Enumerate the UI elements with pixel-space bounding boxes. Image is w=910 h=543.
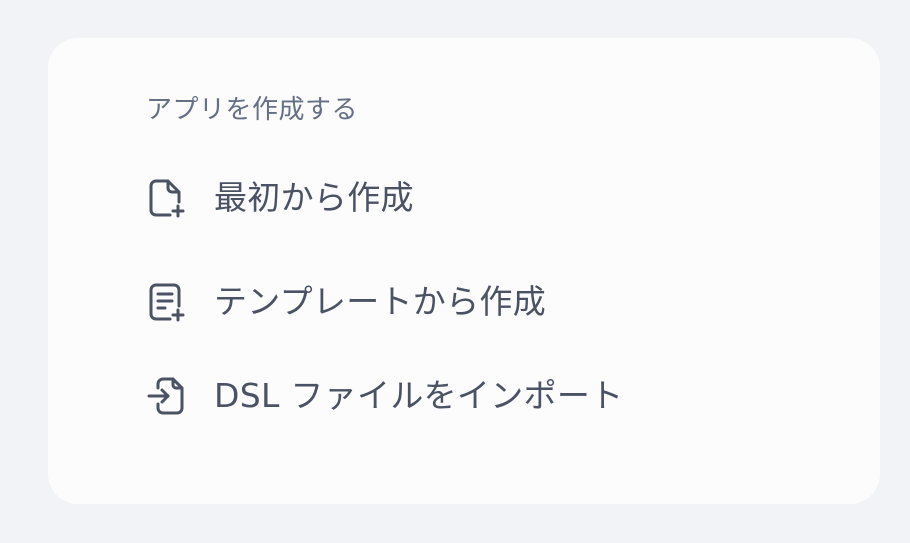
file-plus-icon [146,176,186,220]
import-dsl-file-label: DSL ファイルをインポート [214,376,624,415]
file-list-plus-icon [146,280,186,324]
create-from-template-button[interactable]: テンプレートから作成 [146,274,546,330]
create-from-blank-label: 最初から作成 [214,178,414,217]
section-title: アプリを作成する [146,95,359,125]
file-import-icon [146,374,186,418]
import-dsl-file-button[interactable]: DSL ファイルをインポート [146,368,623,424]
create-from-template-label: テンプレートから作成 [214,282,547,321]
create-app-card: アプリを作成する 最初から作成 テンプレートから作成 DSL ファイルをインポー… [48,38,880,504]
create-from-blank-button[interactable]: 最初から作成 [146,170,414,226]
